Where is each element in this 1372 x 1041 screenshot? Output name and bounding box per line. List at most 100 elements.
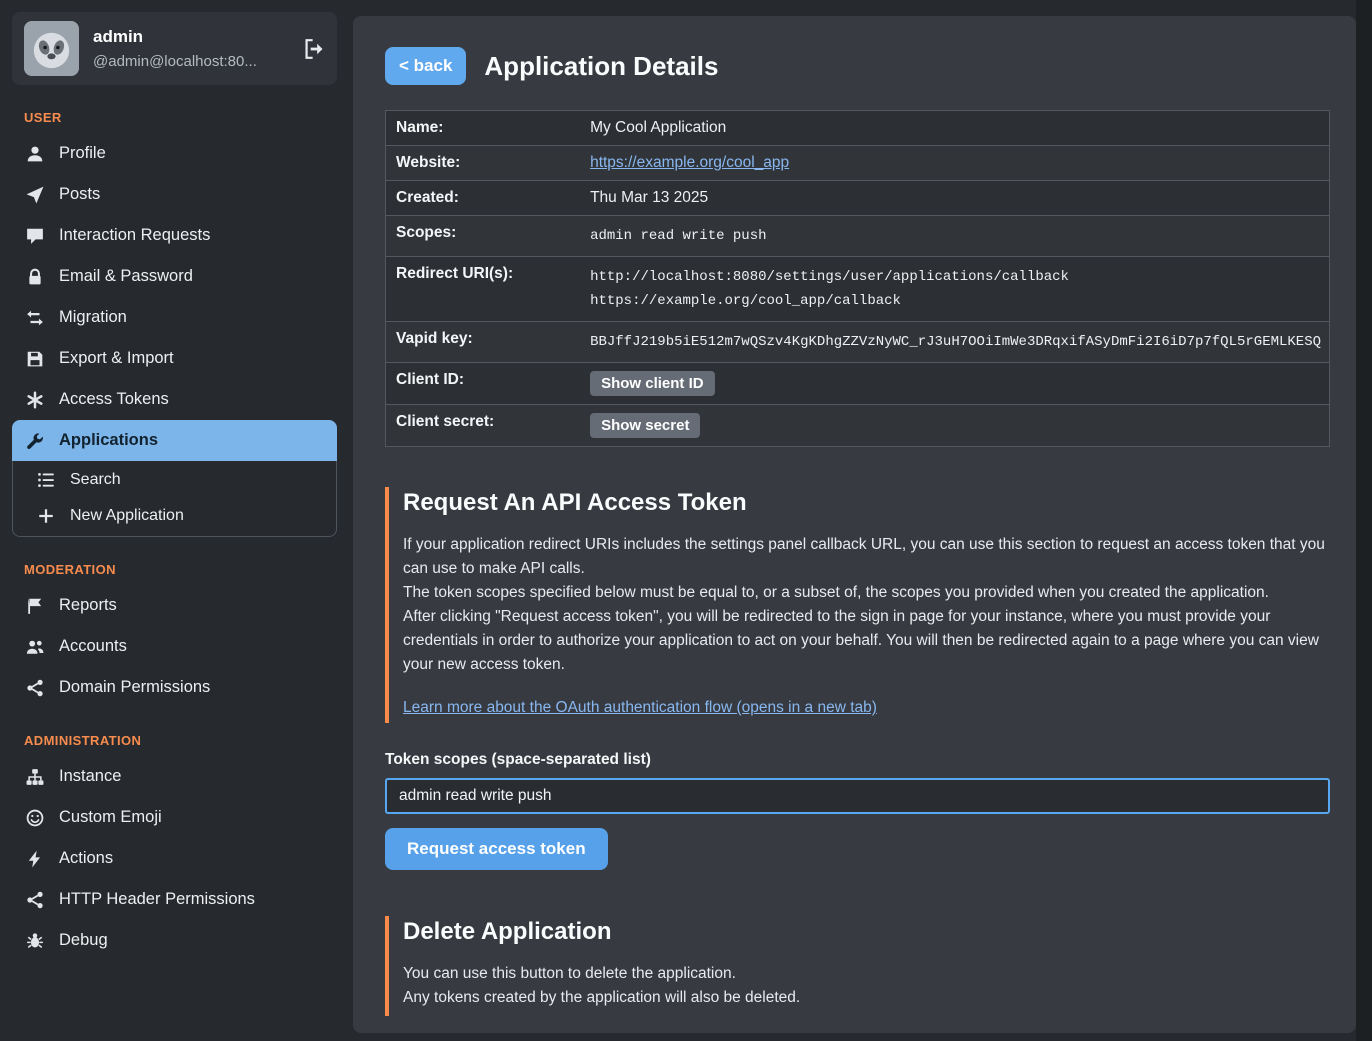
lock-icon [26, 268, 44, 286]
show-client-id-button[interactable]: Show client ID [590, 371, 715, 396]
row-label: Vapid key: [386, 322, 583, 363]
exchange-arrows-icon [26, 309, 44, 327]
share-nodes-icon [26, 679, 44, 697]
sidebar-item-instance[interactable]: Instance [12, 756, 337, 797]
sidebar-item-access-tokens[interactable]: Access Tokens [12, 379, 337, 420]
oauth-docs-link[interactable]: Learn more about the OAuth authenticatio… [403, 699, 877, 716]
delete-line-2: Any tokens created by the application wi… [403, 986, 1330, 1010]
sidebar-item-debug[interactable]: Debug [12, 920, 337, 961]
user-card[interactable]: admin @admin@localhost:80... [12, 12, 337, 85]
sidebar-item-domain-permissions[interactable]: Domain Permissions [12, 667, 337, 708]
row-value: Show secret [582, 405, 1329, 447]
main-area: < back Application Details Name: My Cool… [345, 0, 1372, 1041]
sidebar-item-label: Interaction Requests [59, 226, 210, 245]
sidebar-item-label: Domain Permissions [59, 678, 210, 697]
sidebar-item-label: Debug [59, 931, 108, 950]
row-label: Website: [386, 146, 583, 181]
sidebar: admin @admin@localhost:80... USER Profil… [0, 0, 345, 1041]
sidebar-item-custom-emoji[interactable]: Custom Emoji [12, 797, 337, 838]
bolt-icon [26, 850, 44, 868]
row-label: Client ID: [386, 363, 583, 405]
token-scopes-label: Token scopes (space-separated list) [385, 751, 1330, 769]
request-token-heading: Request An API Access Token [403, 489, 1330, 517]
sidebar-item-label: Instance [59, 767, 121, 786]
comment-icon [26, 227, 44, 245]
delete-application-heading: Delete Application [403, 918, 1330, 946]
table-row-website: Website: https://example.org/cool_app [386, 146, 1330, 181]
sidebar-item-label: Search [70, 471, 121, 489]
sidebar-item-label: Actions [59, 849, 113, 868]
sidebar-item-label: Accounts [59, 637, 127, 656]
sidebar-item-http-header-permissions[interactable]: HTTP Header Permissions [12, 879, 337, 920]
sidebar-item-applications[interactable]: Applications [12, 420, 337, 461]
sidebar-item-label: Applications [59, 431, 158, 450]
applications-submenu: Search New Application [12, 461, 337, 537]
nav-section-user: USER [24, 110, 337, 125]
sidebar-item-applications-search[interactable]: Search [13, 462, 336, 498]
request-token-paragraph-2: The token scopes specified below must be… [403, 581, 1330, 605]
row-label: Name: [386, 111, 583, 146]
row-value: Show client ID [582, 363, 1329, 405]
users-icon [26, 638, 44, 656]
nav-section-administration: ADMINISTRATION [24, 733, 337, 748]
redirect-uri-1: http://localhost:8080/settings/user/appl… [590, 265, 1321, 289]
table-row-client-secret: Client secret: Show secret [386, 405, 1330, 447]
scrollbar-track[interactable] [1356, 0, 1372, 1041]
table-row-redirect-uris: Redirect URI(s): http://localhost:8080/s… [386, 257, 1330, 322]
sidebar-item-accounts[interactable]: Accounts [12, 626, 337, 667]
row-value: http://localhost:8080/settings/user/appl… [582, 257, 1329, 322]
sidebar-item-label: New Application [70, 507, 184, 525]
sidebar-item-profile[interactable]: Profile [12, 133, 337, 174]
row-value: My Cool Application [582, 111, 1329, 146]
nav-section-moderation: MODERATION [24, 562, 337, 577]
oauth-link-row: Learn more about the OAuth authenticatio… [403, 699, 1330, 717]
paper-plane-icon [26, 186, 44, 204]
sidebar-item-label: Migration [59, 308, 127, 327]
sidebar-item-label: Access Tokens [59, 390, 169, 409]
floppy-disk-icon [26, 350, 44, 368]
wrench-icon [26, 432, 44, 450]
sidebar-item-export-import[interactable]: Export & Import [12, 338, 337, 379]
logout-icon[interactable] [303, 38, 325, 60]
sidebar-item-reports[interactable]: Reports [12, 585, 337, 626]
bug-icon [26, 932, 44, 950]
user-handle: @admin@localhost:80... [93, 53, 257, 70]
row-value: BBJffJ219b5iE512m7wQSzv4KgKDhgZZVzNyWC_r… [582, 322, 1329, 363]
sidebar-item-label: Reports [59, 596, 117, 615]
sidebar-item-interaction-requests[interactable]: Interaction Requests [12, 215, 337, 256]
sidebar-item-posts[interactable]: Posts [12, 174, 337, 215]
back-button[interactable]: < back [385, 47, 466, 85]
sitemap-icon [26, 768, 44, 786]
row-value: https://example.org/cool_app [582, 146, 1329, 181]
flag-icon [26, 597, 44, 615]
delete-application-section: Delete Application You can use this butt… [385, 916, 1330, 1016]
request-token-section: Request An API Access Token If your appl… [385, 487, 1330, 723]
user-icon [26, 145, 44, 163]
token-scopes-input[interactable] [385, 778, 1330, 814]
user-name: admin [93, 27, 257, 47]
sidebar-item-label: Export & Import [59, 349, 174, 368]
website-link[interactable]: https://example.org/cool_app [590, 154, 789, 171]
table-row-vapid-key: Vapid key: BBJffJ219b5iE512m7wQSzv4KgKDh… [386, 322, 1330, 363]
page-header: < back Application Details [385, 47, 1330, 85]
request-token-paragraph-1: If your application redirect URIs includ… [403, 533, 1330, 581]
row-label: Redirect URI(s): [386, 257, 583, 322]
show-secret-button[interactable]: Show secret [590, 413, 700, 438]
sidebar-item-actions[interactable]: Actions [12, 838, 337, 879]
table-row-name: Name: My Cool Application [386, 111, 1330, 146]
sidebar-item-migration[interactable]: Migration [12, 297, 337, 338]
sidebar-item-new-application[interactable]: New Application [13, 498, 336, 534]
avatar [24, 21, 79, 76]
table-row-created: Created: Thu Mar 13 2025 [386, 181, 1330, 216]
request-access-token-button[interactable]: Request access token [385, 828, 608, 870]
row-value: admin read write push [582, 216, 1329, 257]
sidebar-item-label: HTTP Header Permissions [59, 890, 255, 909]
smiley-icon [26, 809, 44, 827]
content-panel: < back Application Details Name: My Cool… [353, 16, 1356, 1033]
share-nodes-icon [26, 891, 44, 909]
sidebar-item-email-password[interactable]: Email & Password [12, 256, 337, 297]
sidebar-item-label: Custom Emoji [59, 808, 162, 827]
redirect-uri-2: https://example.org/cool_app/callback [590, 289, 1321, 313]
user-meta: admin @admin@localhost:80... [93, 27, 257, 70]
plus-icon [37, 507, 55, 525]
